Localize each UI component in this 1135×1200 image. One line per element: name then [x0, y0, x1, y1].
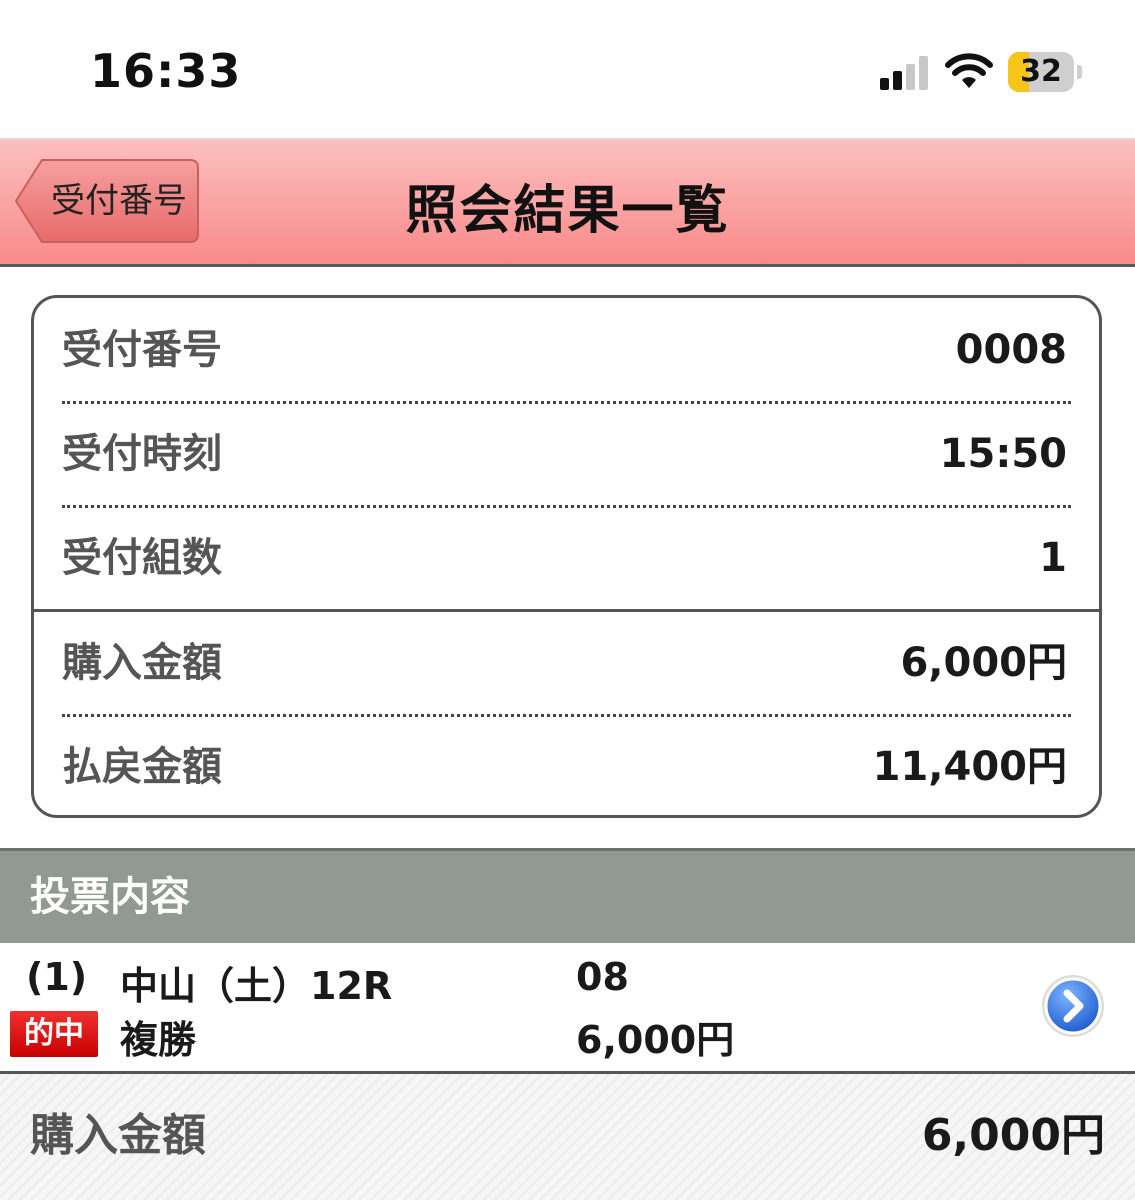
- chevron-right-icon[interactable]: [1040, 973, 1106, 1039]
- vote-list-item[interactable]: (1) 中山（土）12R 08 的中 複勝 6,000円: [0, 943, 1135, 1074]
- battery-cap: [1077, 65, 1082, 79]
- page-title: 照会結果一覧: [405, 181, 730, 241]
- summary-row-receipt-number: 受付番号 0008: [62, 298, 1071, 402]
- race-name: 中山（土）12R: [120, 964, 393, 1008]
- horse-number: 08: [576, 955, 629, 999]
- wifi-icon: [945, 53, 993, 88]
- total-value: 6,000円: [921, 1110, 1105, 1161]
- bet-type: 複勝: [120, 1018, 197, 1062]
- section-title: 投票内容: [30, 874, 190, 920]
- battery-icon: 32: [1008, 52, 1074, 92]
- total-row: 購入金額 6,000円: [0, 1074, 1135, 1200]
- summary-row-payout-amount: 払戻金額 11,400円: [62, 715, 1071, 815]
- summary-card: 受付番号 0008 受付時刻 15:50 受付組数 1 購入金額 6,000円 …: [31, 295, 1102, 818]
- summary-label: 払戻金額: [62, 744, 222, 790]
- summary-value: 6,000円: [900, 640, 1067, 686]
- summary-label: 購入金額: [62, 640, 222, 686]
- bet-amount: 6,000円: [576, 1018, 735, 1062]
- nav-bar: 受付番号 照会結果一覧: [0, 138, 1135, 267]
- summary-value: 15:50: [939, 431, 1067, 477]
- summary-row-purchase-amount: 購入金額 6,000円: [62, 611, 1071, 715]
- summary-value: 11,400円: [872, 744, 1067, 790]
- summary-label: 受付時刻: [62, 431, 222, 477]
- status-bar: 16:33 32: [0, 0, 1135, 138]
- summary-label: 受付組数: [62, 535, 222, 581]
- hit-badge: 的中: [10, 1011, 98, 1057]
- vote-contents-header: 投票内容: [0, 848, 1135, 946]
- cellular-signal-icon: [880, 56, 928, 90]
- status-time: 16:33: [90, 44, 242, 98]
- vote-index: (1): [26, 955, 88, 999]
- summary-value: 1: [1039, 535, 1067, 581]
- total-label: 購入金額: [30, 1110, 206, 1161]
- summary-row-receipt-time: 受付時刻 15:50: [62, 402, 1071, 506]
- summary-row-set-count: 受付組数 1: [62, 506, 1071, 610]
- battery-level: 32: [1020, 54, 1062, 89]
- summary-value: 0008: [955, 327, 1067, 373]
- summary-label: 受付番号: [62, 327, 222, 373]
